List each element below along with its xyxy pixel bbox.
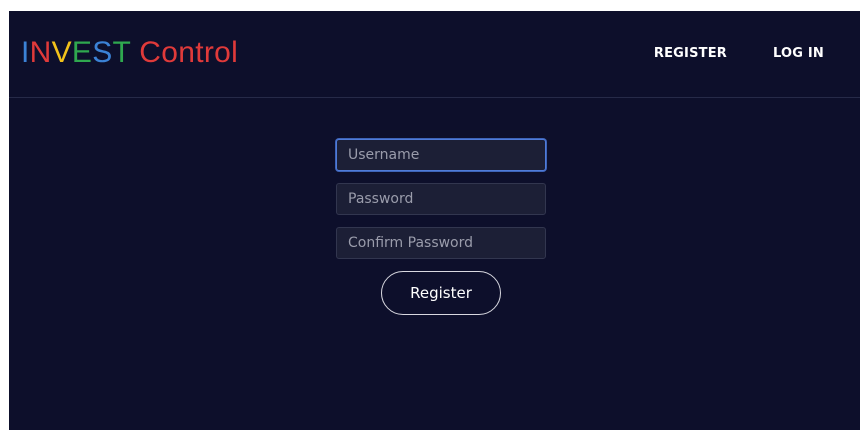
brand-letter: I: [21, 36, 30, 69]
brand-letter: E: [71, 36, 93, 69]
brand-logo[interactable]: INVEST Control: [21, 35, 238, 71]
confirm-password-input[interactable]: [336, 227, 546, 259]
top-navbar: INVEST Control REGISTER LOG IN: [9, 11, 860, 98]
brand-letter: S: [92, 36, 113, 69]
nav-register-link[interactable]: REGISTER: [654, 45, 727, 63]
nav-login-link[interactable]: LOG IN: [773, 45, 824, 63]
brand-word-control: Control: [130, 36, 239, 69]
password-input[interactable]: [336, 183, 546, 215]
app-window: INVEST Control REGISTER LOG IN Register: [9, 11, 860, 430]
register-button[interactable]: Register: [381, 271, 501, 315]
register-form: Register: [336, 139, 546, 315]
username-input[interactable]: [336, 139, 546, 171]
brand-letter: T: [112, 36, 131, 69]
brand-letter: N: [29, 36, 52, 69]
nav-links: REGISTER LOG IN: [654, 45, 824, 63]
brand-letter: V: [51, 36, 72, 69]
